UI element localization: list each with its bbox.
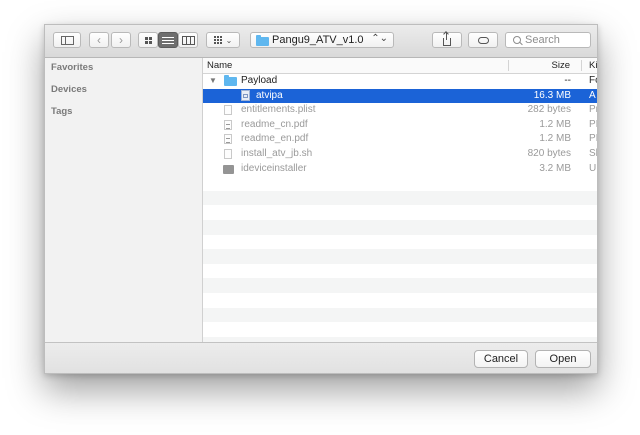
- updown-chevron-icon: ⌃⌄: [371, 33, 388, 44]
- search-input[interactable]: Search: [505, 32, 591, 48]
- column-header-kind[interactable]: Ki: [589, 60, 597, 71]
- list-view-button[interactable]: [158, 32, 178, 48]
- file-name: install_atv_jb.sh: [241, 147, 313, 159]
- file-kind: A: [589, 89, 596, 101]
- file-size: 1.2 MB: [539, 133, 571, 145]
- empty-row: [203, 278, 597, 293]
- column-header-size[interactable]: Size: [552, 60, 570, 71]
- search-placeholder: Search: [525, 34, 560, 46]
- forward-chevron-icon: ›: [119, 33, 123, 47]
- sidebar-heading-favorites[interactable]: Favorites: [51, 62, 93, 73]
- file-kind: U: [589, 162, 597, 174]
- table-row[interactable]: atvipa 16.3 MB A: [203, 88, 597, 104]
- sidebar-heading-tags[interactable]: Tags: [51, 106, 72, 117]
- file-name: atvipa: [256, 89, 283, 101]
- empty-row: [203, 307, 597, 323]
- icon-view-icon: [144, 36, 152, 44]
- sidebar-heading-devices[interactable]: Devices: [51, 84, 87, 95]
- empty-row: [203, 176, 597, 191]
- file-name: ideviceinstaller: [241, 162, 307, 174]
- back-button[interactable]: ‹: [89, 32, 109, 48]
- table-row: install_atv_jb.sh 820 bytes Sh: [203, 147, 597, 162]
- table-row: entitlements.plist 282 bytes Pr: [203, 103, 597, 118]
- empty-row: [203, 322, 597, 337]
- chevron-down-icon: ⌄: [225, 35, 233, 45]
- arrange-icon: [213, 36, 222, 44]
- file-name: entitlements.plist: [241, 104, 316, 116]
- document-icon: [224, 148, 232, 159]
- table-row[interactable]: ▼ Payload -- Fo: [203, 74, 597, 89]
- column-divider: [581, 60, 582, 71]
- back-chevron-icon: ‹: [97, 33, 101, 47]
- file-kind: PI: [589, 133, 597, 145]
- column-view-icon: [181, 35, 195, 45]
- column-divider: [508, 60, 509, 71]
- toolbar: ‹ › ⌄ Pangu9_ATV_v1.0 ⌃⌄ Search: [45, 25, 597, 58]
- dialog-footer: Cancel Open: [45, 342, 597, 373]
- share-button[interactable]: [432, 31, 462, 48]
- folder-icon: [256, 35, 269, 46]
- tag-button[interactable]: [468, 32, 498, 48]
- file-size: 3.2 MB: [539, 162, 571, 174]
- empty-row: [203, 293, 597, 308]
- empty-row: [203, 205, 597, 220]
- tag-icon: [477, 36, 489, 44]
- path-popup-label: Pangu9_ATV_v1.0: [272, 34, 364, 46]
- table-row: readme_en.pdf 1.2 MB PI: [203, 132, 597, 147]
- executable-icon: [223, 164, 234, 174]
- sidebar-toggle-icon: [60, 35, 74, 45]
- list-view-icon: [162, 36, 174, 44]
- sidebar-toggle-button[interactable]: [53, 32, 81, 48]
- pdf-icon: [224, 134, 232, 145]
- empty-row: [203, 264, 597, 279]
- sidebar: Favorites Devices Tags: [45, 58, 203, 342]
- document-icon: [224, 105, 232, 116]
- file-kind: Fo: [589, 75, 597, 86]
- file-size: 282 bytes: [527, 104, 571, 116]
- file-name: readme_cn.pdf: [241, 118, 308, 130]
- file-rows: ▼ Payload -- Fo atvipa 16.3 MB A entitle…: [203, 74, 597, 342]
- column-view-button[interactable]: [178, 32, 198, 48]
- empty-row: [203, 249, 597, 264]
- search-icon: [513, 36, 521, 44]
- folder-icon: [224, 75, 237, 86]
- table-row: ideviceinstaller 3.2 MB U: [203, 162, 597, 177]
- pdf-icon: [224, 119, 232, 130]
- forward-button[interactable]: ›: [111, 32, 131, 48]
- empty-row: [203, 190, 597, 206]
- file-kind: Pr: [589, 104, 597, 116]
- file-name: Payload: [241, 75, 278, 86]
- file-list: Name Size Ki ▼ Payload -- Fo atvipa 16.3…: [203, 58, 597, 342]
- column-header: Name Size Ki: [203, 58, 597, 74]
- file-size: 820 bytes: [527, 147, 571, 159]
- ipa-file-icon: [241, 89, 250, 101]
- path-popup[interactable]: Pangu9_ATV_v1.0 ⌃⌄: [250, 32, 394, 48]
- table-row: readme_cn.pdf 1.2 MB PI: [203, 118, 597, 133]
- column-header-name[interactable]: Name: [207, 60, 232, 71]
- empty-row: [203, 219, 597, 235]
- disclosure-triangle-icon[interactable]: ▼: [209, 76, 217, 85]
- arrange-button[interactable]: ⌄: [206, 32, 240, 48]
- file-kind: PI: [589, 118, 597, 130]
- file-size: 1.2 MB: [539, 118, 571, 130]
- cancel-button[interactable]: Cancel: [474, 350, 528, 368]
- share-icon: [443, 31, 451, 46]
- file-kind: Sh: [589, 147, 597, 159]
- file-name: readme_en.pdf: [241, 133, 309, 145]
- open-button[interactable]: Open: [535, 350, 591, 368]
- icon-view-button[interactable]: [138, 32, 158, 48]
- file-size: --: [564, 75, 571, 86]
- file-size: 16.3 MB: [533, 89, 571, 101]
- empty-row: [203, 235, 597, 250]
- open-file-dialog: ‹ › ⌄ Pangu9_ATV_v1.0 ⌃⌄ Search Favorite…: [44, 24, 598, 374]
